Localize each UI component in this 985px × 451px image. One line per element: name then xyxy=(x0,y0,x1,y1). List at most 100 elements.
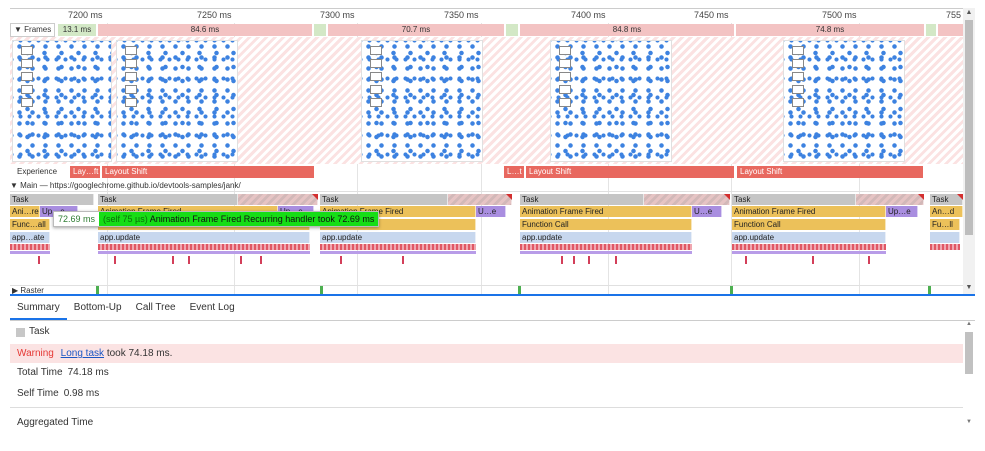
function-call-block[interactable]: Function Call xyxy=(732,219,886,230)
deep-call-event[interactable] xyxy=(868,256,870,264)
animation-frame-block[interactable]: An…d xyxy=(930,206,963,217)
scroll-up-icon[interactable]: ▲ xyxy=(963,8,975,18)
scroll-down-icon[interactable]: ▼ xyxy=(963,419,975,429)
layout-shift-event[interactable]: Layout Shift xyxy=(737,166,923,178)
app-update-block[interactable] xyxy=(930,232,960,243)
app-controls-thumbnail xyxy=(125,46,139,111)
main-thread-header[interactable]: ▼ Main — https://googlechrome.github.io/… xyxy=(10,180,963,192)
scrollbar-thumb[interactable] xyxy=(965,20,973,235)
experience-track[interactable]: Experience Lay…ft Layout Shift L…t Layou… xyxy=(10,165,963,179)
deep-call-event[interactable] xyxy=(340,256,342,264)
subcall-events[interactable] xyxy=(10,251,50,254)
animation-frame-block[interactable]: Animation Frame Fired xyxy=(520,206,692,217)
ruler-tick: 7300 ms xyxy=(320,10,355,20)
frame-segment[interactable] xyxy=(938,24,963,36)
deep-call-event[interactable] xyxy=(188,256,190,264)
app-update-block[interactable]: app.update xyxy=(520,232,692,243)
task-swatch-icon xyxy=(16,327,25,337)
subcall-events[interactable] xyxy=(732,251,886,254)
long-task-overlay[interactable] xyxy=(856,194,924,205)
subcall-events[interactable] xyxy=(732,244,886,250)
scroll-down-icon[interactable]: ▼ xyxy=(963,283,975,293)
task-block[interactable]: Task xyxy=(10,194,94,205)
deep-call-event[interactable] xyxy=(561,256,563,264)
subcall-events[interactable] xyxy=(520,251,692,254)
deep-call-event[interactable] xyxy=(260,256,262,264)
deep-call-event[interactable] xyxy=(615,256,617,264)
frame-screenshot[interactable] xyxy=(12,40,112,162)
subcall-events[interactable] xyxy=(98,251,310,254)
summary-title: Task xyxy=(16,326,50,338)
function-call-block[interactable]: Function Call xyxy=(520,219,692,230)
frames-track[interactable]: ▼ Frames 13.1 ms 84.6 ms 70.7 ms 84.8 ms… xyxy=(10,23,963,37)
long-task-overlay[interactable] xyxy=(448,194,512,205)
app-update-block[interactable]: app.update xyxy=(98,232,310,243)
tab-summary[interactable]: Summary xyxy=(10,296,67,320)
app-update-block[interactable]: app.update xyxy=(732,232,886,243)
animation-frame-block[interactable]: Ani…red xyxy=(10,206,40,217)
deep-call-event[interactable] xyxy=(114,256,116,264)
performance-timeline[interactable]: 7200 ms 7250 ms 7300 ms 7350 ms 7400 ms … xyxy=(10,8,975,295)
frame-segment[interactable]: 84.6 ms xyxy=(98,24,312,36)
deep-call-event[interactable] xyxy=(240,256,242,264)
task-block[interactable]: Task xyxy=(732,194,856,205)
timeline-scrollbar[interactable]: ▲ ▼ xyxy=(963,8,975,295)
frames-track-toggle[interactable]: ▼ Frames xyxy=(10,23,56,37)
task-block[interactable]: Task xyxy=(520,194,644,205)
update-block[interactable]: U…e xyxy=(692,206,722,217)
frame-segment[interactable] xyxy=(314,24,326,36)
warning-row: Warning Long task took 74.18 ms. xyxy=(10,344,963,363)
frame-screenshot[interactable] xyxy=(116,40,238,162)
subcall-events[interactable] xyxy=(520,244,692,250)
app-controls-thumbnail xyxy=(792,46,806,111)
tab-call-tree[interactable]: Call Tree xyxy=(129,296,183,320)
tab-event-log[interactable]: Event Log xyxy=(183,296,242,320)
app-update-block[interactable]: app…ate xyxy=(10,232,50,243)
deep-call-event[interactable] xyxy=(573,256,575,264)
subcall-events[interactable] xyxy=(10,244,50,250)
animation-frame-block[interactable]: Animation Frame Fired xyxy=(732,206,886,217)
subcall-events[interactable] xyxy=(320,244,476,250)
frame-screenshot[interactable] xyxy=(361,40,483,162)
layout-shift-event[interactable]: Layout Shift xyxy=(526,166,734,178)
deep-call-event[interactable] xyxy=(172,256,174,264)
long-task-overlay[interactable] xyxy=(644,194,730,205)
frame-screenshot[interactable] xyxy=(783,40,905,162)
frame-segment[interactable] xyxy=(926,24,936,36)
task-block[interactable]: Task xyxy=(98,194,238,205)
deep-call-event[interactable] xyxy=(38,256,40,264)
frame-segment[interactable] xyxy=(506,24,518,36)
subcall-events[interactable] xyxy=(930,244,960,250)
subcall-events[interactable] xyxy=(320,251,476,254)
tab-bottom-up[interactable]: Bottom-Up xyxy=(67,296,129,320)
task-block[interactable]: Task xyxy=(320,194,448,205)
scroll-up-icon[interactable]: ▲ xyxy=(963,321,975,331)
details-tabs: Summary Bottom-Up Call Tree Event Log xyxy=(10,296,975,321)
deep-call-event[interactable] xyxy=(402,256,404,264)
subcall-events[interactable] xyxy=(98,244,310,250)
frame-screenshot[interactable] xyxy=(550,40,672,162)
screenshots-track[interactable] xyxy=(10,37,963,164)
scrollbar-thumb[interactable] xyxy=(965,332,973,374)
frame-segment[interactable]: 74.8 ms xyxy=(736,24,924,36)
frame-segment[interactable]: 84.8 ms xyxy=(520,24,734,36)
deep-call-event[interactable] xyxy=(588,256,590,264)
app-update-block[interactable]: app.update xyxy=(320,232,476,243)
deep-call-event[interactable] xyxy=(745,256,747,264)
update-block[interactable]: U…e xyxy=(476,206,506,217)
summary-scrollbar[interactable]: ▲ ▼ xyxy=(963,321,975,431)
ruler-tick: 755 xyxy=(946,10,962,20)
function-call-block[interactable]: Fu…ll xyxy=(930,219,960,230)
long-task-overlay[interactable] xyxy=(238,194,318,205)
layout-shift-event[interactable]: Layout Shift xyxy=(102,166,314,178)
update-block[interactable]: Up…e xyxy=(886,206,918,217)
frame-segment[interactable]: 13.1 ms xyxy=(58,24,96,36)
deep-call-event[interactable] xyxy=(812,256,814,264)
function-call-block[interactable]: Func…all xyxy=(10,219,50,230)
self-time-value: 0.98 ms xyxy=(63,388,100,399)
app-controls-thumbnail xyxy=(559,46,573,111)
long-task-link[interactable]: Long task xyxy=(61,348,104,359)
layout-shift-event[interactable]: Lay…ft xyxy=(70,166,100,178)
frame-segment[interactable]: 70.7 ms xyxy=(328,24,504,36)
layout-shift-event[interactable]: L…t xyxy=(504,166,524,178)
